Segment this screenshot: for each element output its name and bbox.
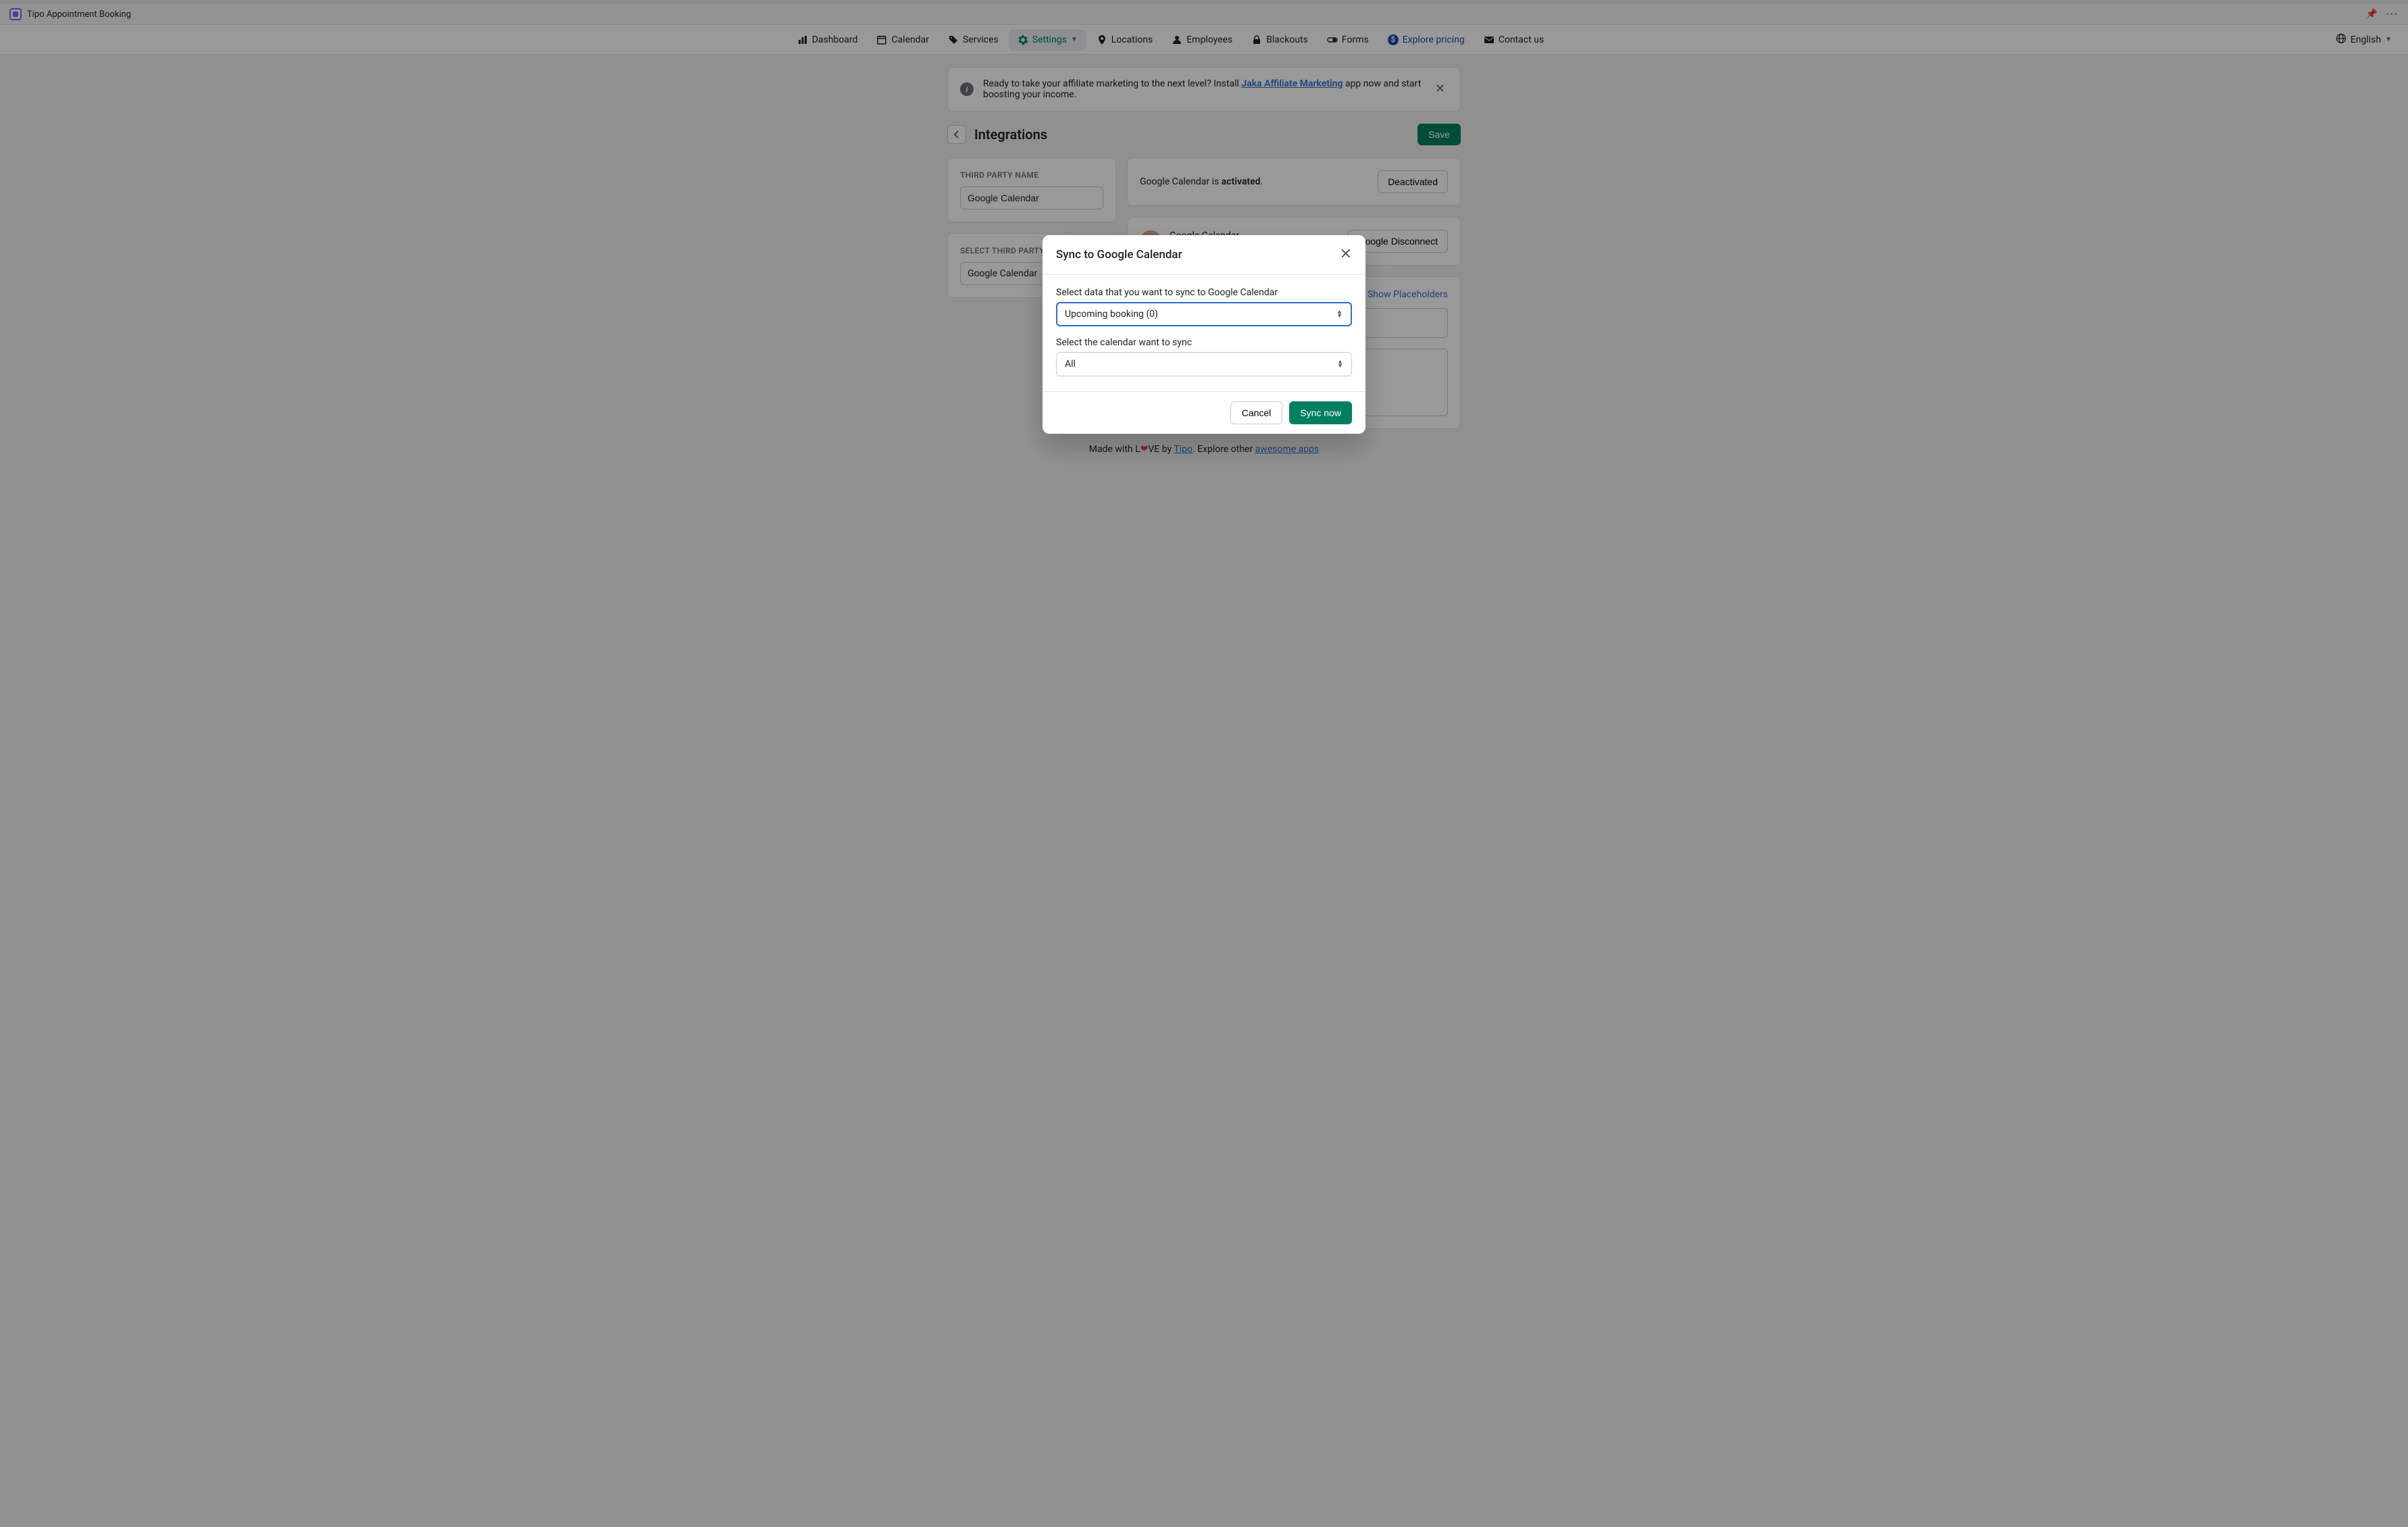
modal-title: Sync to Google Calendar — [1056, 248, 1182, 261]
select-value: Upcoming booking (0) — [1065, 309, 1158, 320]
select-updown-icon: ▲▼ — [1336, 310, 1343, 318]
sync-now-button[interactable]: Sync now — [1289, 401, 1352, 424]
sync-calendar-select[interactable]: All ▲▼ — [1056, 352, 1352, 376]
cancel-button[interactable]: Cancel — [1230, 401, 1283, 424]
sync-data-select[interactable]: Upcoming booking (0) ▲▼ — [1056, 302, 1352, 326]
field-label: Select data that you want to sync to Goo… — [1056, 287, 1352, 298]
modal-overlay: Sync to Google Calendar ✕ Select data th… — [0, 0, 2408, 1527]
select-value: All — [1065, 359, 1076, 370]
sync-modal: Sync to Google Calendar ✕ Select data th… — [1043, 235, 1365, 434]
field-label: Select the calendar want to sync — [1056, 337, 1352, 348]
select-updown-icon: ▲▼ — [1337, 360, 1343, 368]
close-icon[interactable]: ✕ — [1340, 247, 1352, 262]
